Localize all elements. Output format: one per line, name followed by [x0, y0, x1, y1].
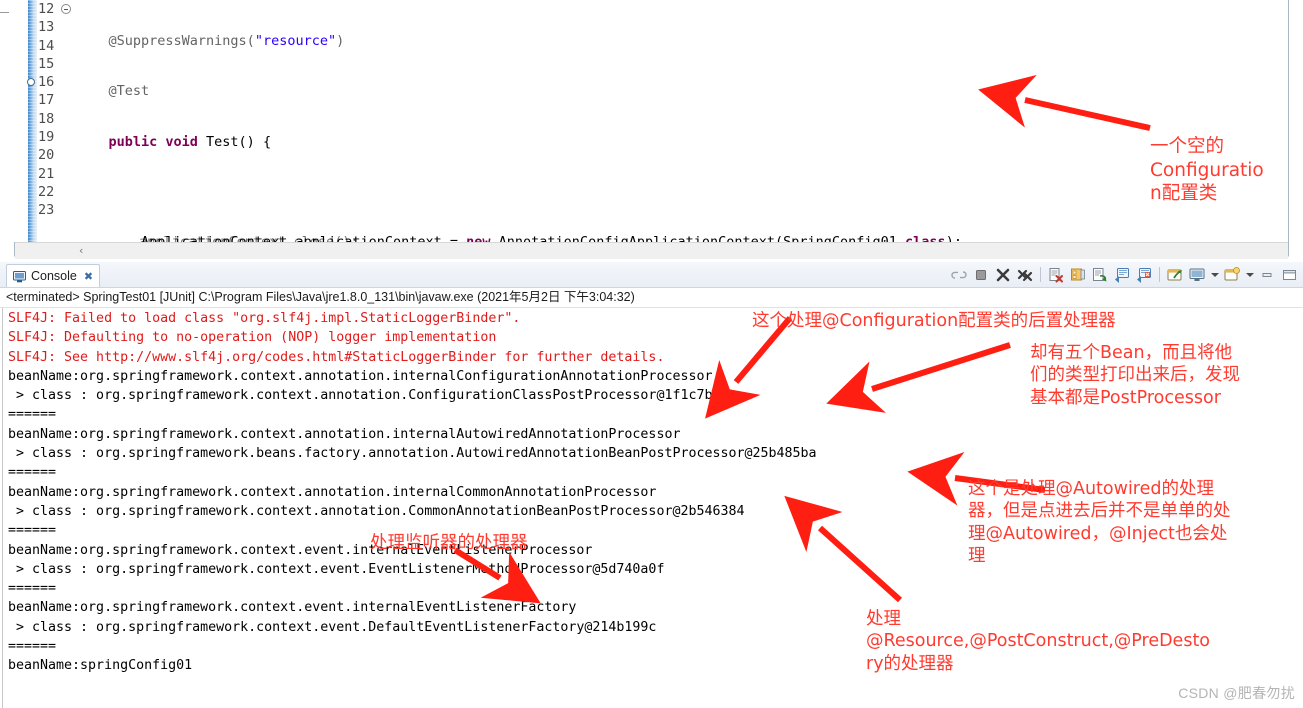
code-line[interactable]: @Test: [74, 82, 1288, 100]
new-console-view-icon[interactable]: [1222, 265, 1242, 285]
line-number-label: 19: [38, 129, 55, 146]
chevron-down-icon[interactable]: [1209, 265, 1220, 285]
console-output-line: ======: [8, 639, 57, 655]
console-tab-label: Console: [31, 269, 77, 283]
line-number: 12: [38, 0, 72, 18]
scroll-lock-icon[interactable]: [949, 265, 969, 285]
console-toolbar: [949, 263, 1299, 286]
remove-all-terminated-icon[interactable]: [1015, 265, 1035, 285]
console-output-line: SLF4J: Failed to load class "org.slf4j.i…: [8, 311, 521, 326]
watermark-label: CSDN @肥春勿扰: [1178, 685, 1295, 701]
editor-annotation-ruler[interactable]: [15, 0, 28, 242]
console-output-line: > class : org.springframework.context.an…: [8, 503, 745, 519]
toolbar-separator: [1159, 267, 1160, 282]
line-number-label: 17: [38, 92, 55, 109]
stop-icon[interactable]: [971, 265, 991, 285]
line-number: 16: [27, 73, 72, 91]
fold-collapse-icon[interactable]: [61, 4, 71, 14]
pin-console-icon[interactable]: [1165, 265, 1185, 285]
lock-scroll-icon[interactable]: [1068, 265, 1088, 285]
line-number-label: 23: [38, 202, 55, 219]
line-number-label: 22: [38, 183, 55, 200]
console-icon: [13, 270, 26, 283]
console-launch-info: <terminated> SpringTest01 [JUnit] C:\Pro…: [6, 290, 635, 304]
display-console-icon[interactable]: [1187, 265, 1207, 285]
line-number: 22: [38, 183, 72, 201]
console-output-line: SLF4J: See http://www.slf4j.org/codes.ht…: [8, 349, 665, 365]
toolbar-separator: [1040, 267, 1041, 282]
line-number: 15: [38, 55, 72, 73]
console-output-line: beanName:org.springframework.context.eve…: [8, 600, 577, 616]
line-number: 23: [38, 201, 72, 219]
console-output-line: beanName:org.springframework.context.ann…: [8, 484, 657, 500]
code-line[interactable]: @SuppressWarnings("resource"): [74, 32, 1288, 50]
line-number: 19: [38, 128, 72, 146]
editor-left-margin: [0, 0, 15, 242]
open-console-icon[interactable]: [1134, 265, 1154, 285]
code-text-area[interactable]: @SuppressWarnings("resource") @Test publ…: [74, 0, 1288, 242]
annotation-resource-processor: 处理 @Resource,@PostConstruct,@PreDesto ry…: [866, 609, 1211, 674]
editor-change-bar: [28, 0, 37, 244]
minimize-icon[interactable]: [1257, 265, 1277, 285]
line-number-label: 14: [38, 37, 55, 54]
line-number-label: 21: [38, 165, 55, 182]
annotation-five-beans: 却有五个Bean，而且将他 们的类型打印出来后，发现 基本都是PostProce…: [1030, 343, 1240, 408]
tab-console[interactable]: Console ✖: [6, 264, 101, 287]
console-output-line: beanName:org.springframework.context.ann…: [8, 368, 713, 384]
console-output-lines: SLF4J: Failed to load class "org.slf4j.i…: [8, 309, 817, 676]
line-number-label: 15: [38, 55, 55, 72]
console-output-line: > class : org.springframework.context.ev…: [8, 561, 665, 577]
line-number-label: 12: [38, 1, 55, 17]
code-line[interactable]: public void Test() {: [74, 133, 1288, 151]
line-number-label: 16: [38, 74, 55, 91]
console-tab-bar: Console ✖: [0, 262, 1303, 288]
line-number: 14: [38, 37, 72, 55]
console-output-line: > class : org.springframework.context.an…: [8, 388, 729, 404]
annotation-configuration-processor: 这个处理@Configuration配置类的后置处理器: [752, 311, 1116, 331]
console-output-line: ======: [8, 581, 57, 597]
scroll-left-icon[interactable]: ‹: [79, 244, 83, 258]
line-number: 17: [38, 91, 72, 109]
console-output-line: > class : org.springframework.context.ev…: [8, 619, 657, 635]
line-number-label: 13: [38, 19, 55, 36]
console-output-line: SLF4J: Defaulting to no-operation (NOP) …: [8, 330, 497, 346]
console-output-line: beanName:org.springframework.context.ann…: [8, 426, 681, 442]
maximize-icon[interactable]: [1279, 265, 1299, 285]
console-output-line: ======: [8, 465, 57, 481]
annotation-autowired-processor: 这个是处理@Autowired的处理 器，但是点进去后并不是单单的处 理@Aut…: [968, 479, 1231, 567]
show-console-on-output-icon[interactable]: [1090, 265, 1110, 285]
line-number: 21: [38, 165, 72, 183]
console-output-line: beanName:springConfig01: [8, 658, 193, 674]
console-output-line: > class : org.springframework.beans.fact…: [8, 446, 817, 462]
line-number: 13: [38, 18, 72, 36]
line-number: 18: [38, 110, 72, 128]
annotation-empty-configuration: 一个空的 Configuratio n配置类: [1150, 136, 1264, 205]
line-number: 20: [38, 146, 72, 164]
annotation-listener-processor: 处理监听器的处理器: [370, 533, 528, 553]
console-output-line: ======: [8, 407, 57, 423]
line-number-label: 20: [38, 147, 55, 164]
close-icon[interactable]: ✖: [84, 270, 93, 283]
line-number-ruler: 12 13 14 15 16 17 18 19 20 21 22 23: [27, 0, 72, 242]
chevron-down-icon[interactable]: [1244, 265, 1255, 285]
console-output-left-rule: [2, 308, 3, 708]
code-line[interactable]: [74, 183, 1288, 201]
display-selected-console-icon[interactable]: [1112, 265, 1132, 285]
clear-console-icon[interactable]: [1046, 265, 1066, 285]
editor-horizontal-scrollbar[interactable]: ‹: [15, 242, 1288, 259]
line-number-label: 18: [38, 110, 55, 127]
editor-margin-tick: [0, 12, 9, 13]
remove-launch-icon[interactable]: [993, 265, 1013, 285]
code-editor-panel: 12 13 14 15 16 17 18 19 20 21 22 23 @Sup…: [0, 0, 1303, 260]
